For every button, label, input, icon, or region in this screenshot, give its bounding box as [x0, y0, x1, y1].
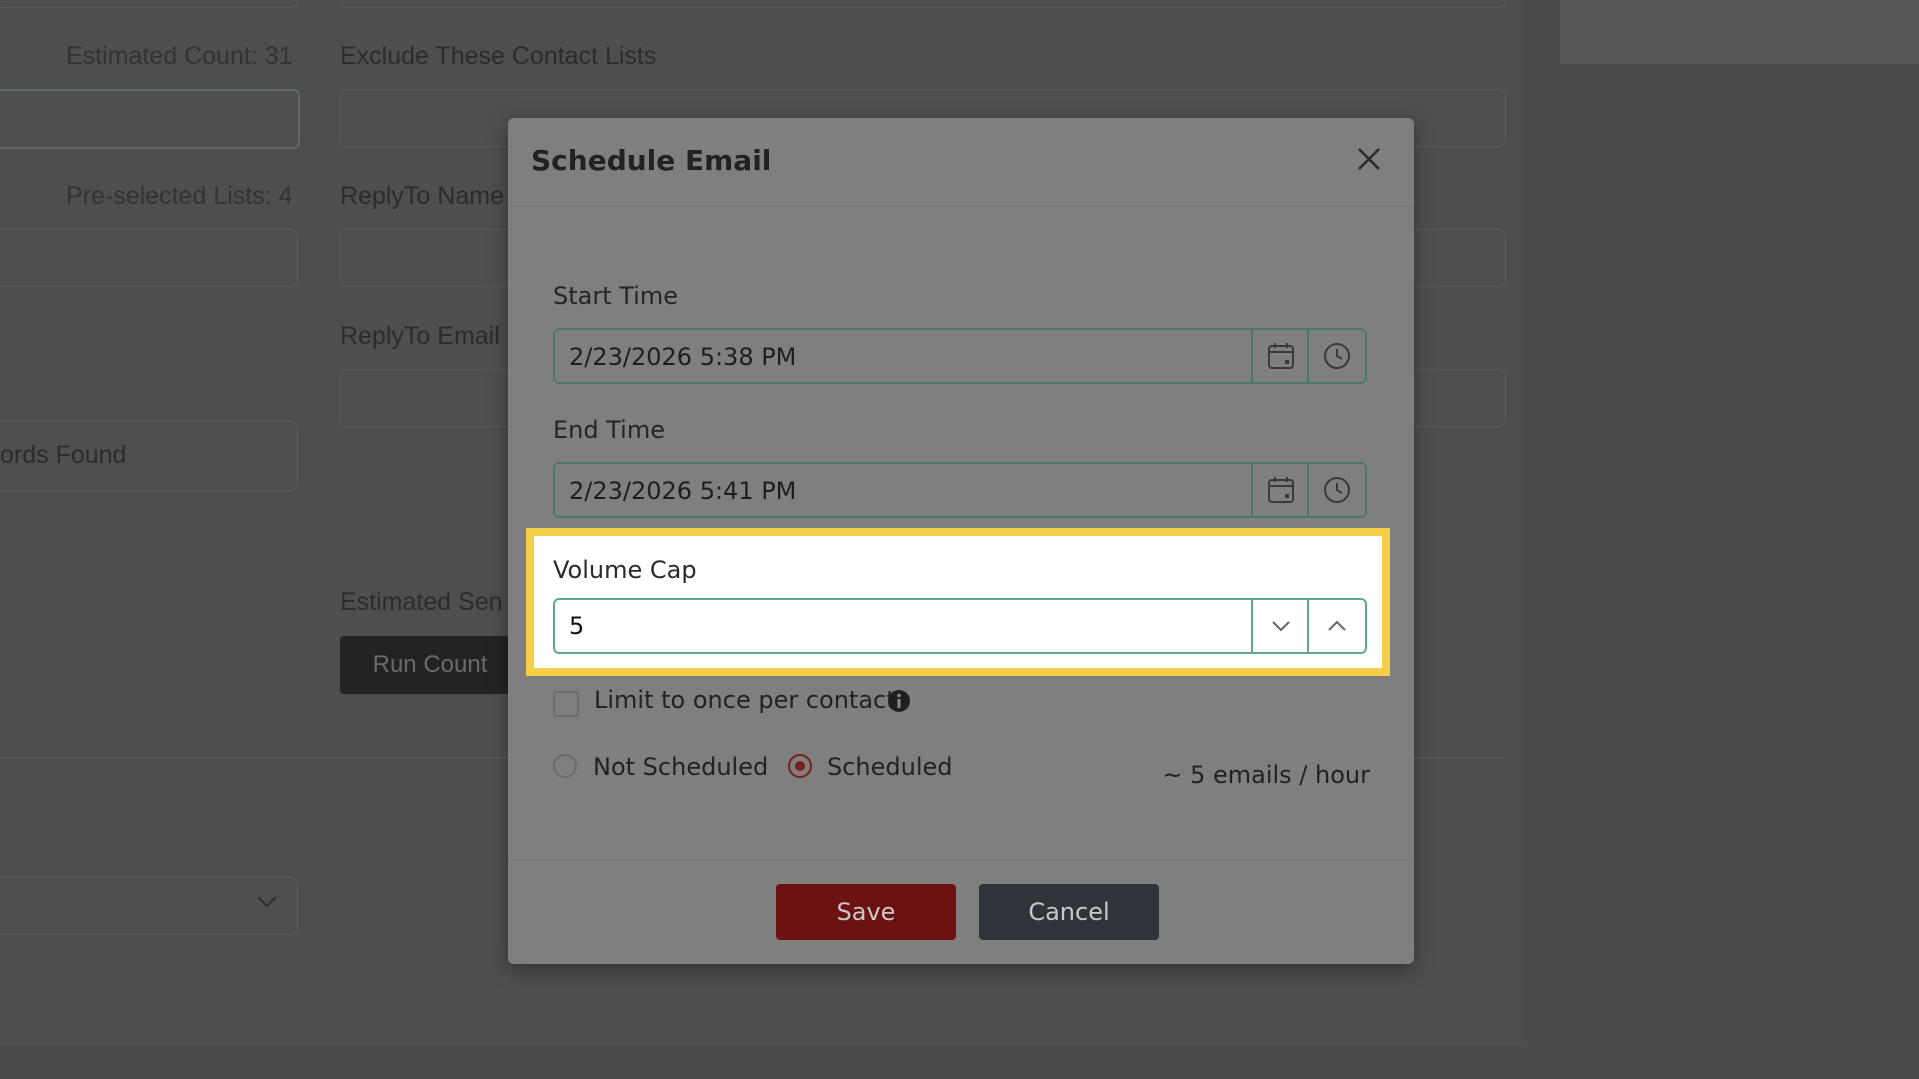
calendar-icon	[1268, 343, 1294, 369]
bg-contact-list-field[interactable]	[0, 89, 300, 149]
volume-cap-label: Volume Cap	[553, 556, 697, 584]
estimated-count-text: Estimated Count: 31	[66, 42, 293, 70]
volume-cap-highlight: Volume Cap 5	[526, 528, 1390, 676]
calendar-icon	[1268, 477, 1294, 503]
limit-once-label: Limit to once per contact	[594, 686, 896, 714]
start-date-picker-button[interactable]	[1251, 330, 1309, 382]
not-scheduled-radio[interactable]	[553, 754, 577, 778]
info-icon[interactable]	[886, 688, 912, 714]
scheduled-label: Scheduled	[827, 753, 953, 781]
footer-divider	[508, 860, 1414, 861]
not-scheduled-label: Not Scheduled	[593, 753, 769, 781]
replyto-name-label: ReplyTo Name	[340, 182, 504, 210]
start-time-value: 2/23/2026 5:38 PM	[569, 343, 797, 371]
cancel-button[interactable]: Cancel	[979, 884, 1159, 940]
replyto-email-label: ReplyTo Email	[340, 322, 500, 350]
close-icon	[1358, 148, 1380, 170]
end-time-picker-button[interactable]	[1307, 464, 1365, 516]
preselected-lists-text: Pre-selected Lists: 4	[66, 182, 293, 210]
volume-cap-value: 5	[569, 612, 585, 640]
start-time-picker-button[interactable]	[1307, 330, 1365, 382]
modal-header: Schedule Email	[508, 118, 1414, 207]
scheduled-radio[interactable]	[788, 754, 812, 778]
end-date-picker-button[interactable]	[1251, 464, 1309, 516]
clock-icon	[1324, 477, 1350, 503]
limit-once-checkbox[interactable]	[553, 691, 579, 717]
bg-left-field-2[interactable]	[0, 229, 298, 287]
close-button[interactable]	[1352, 142, 1386, 176]
clock-icon	[1324, 343, 1350, 369]
end-time-value: 2/23/2026 5:41 PM	[569, 477, 797, 505]
estimated-send-label: Estimated Sen	[340, 588, 503, 616]
chevron-down-icon	[254, 888, 280, 921]
run-count-button[interactable]: Run Count	[340, 636, 520, 694]
volume-cap-decrement-button[interactable]	[1251, 600, 1309, 652]
records-found-text: ords Found	[0, 441, 127, 469]
save-button[interactable]: Save	[776, 884, 956, 940]
background-right-strip	[1560, 0, 1919, 64]
volume-cap-input[interactable]: 5	[553, 598, 1367, 654]
end-time-label: End Time	[553, 416, 665, 444]
bg-field-top-right	[340, 0, 1506, 8]
start-time-input[interactable]: 2/23/2026 5:38 PM	[553, 328, 1367, 384]
exclude-lists-label: Exclude These Contact Lists	[340, 42, 657, 70]
modal-title: Schedule Email	[531, 144, 772, 177]
emails-rate-text: ~ 5 emails / hour	[1162, 761, 1370, 789]
start-time-label: Start Time	[553, 282, 678, 310]
volume-cap-increment-button[interactable]	[1307, 600, 1365, 652]
bg-field-top-left	[0, 0, 298, 8]
chevron-up-icon	[1328, 620, 1346, 631]
chevron-down-icon	[1272, 621, 1290, 632]
end-time-input[interactable]: 2/23/2026 5:41 PM	[553, 462, 1367, 518]
